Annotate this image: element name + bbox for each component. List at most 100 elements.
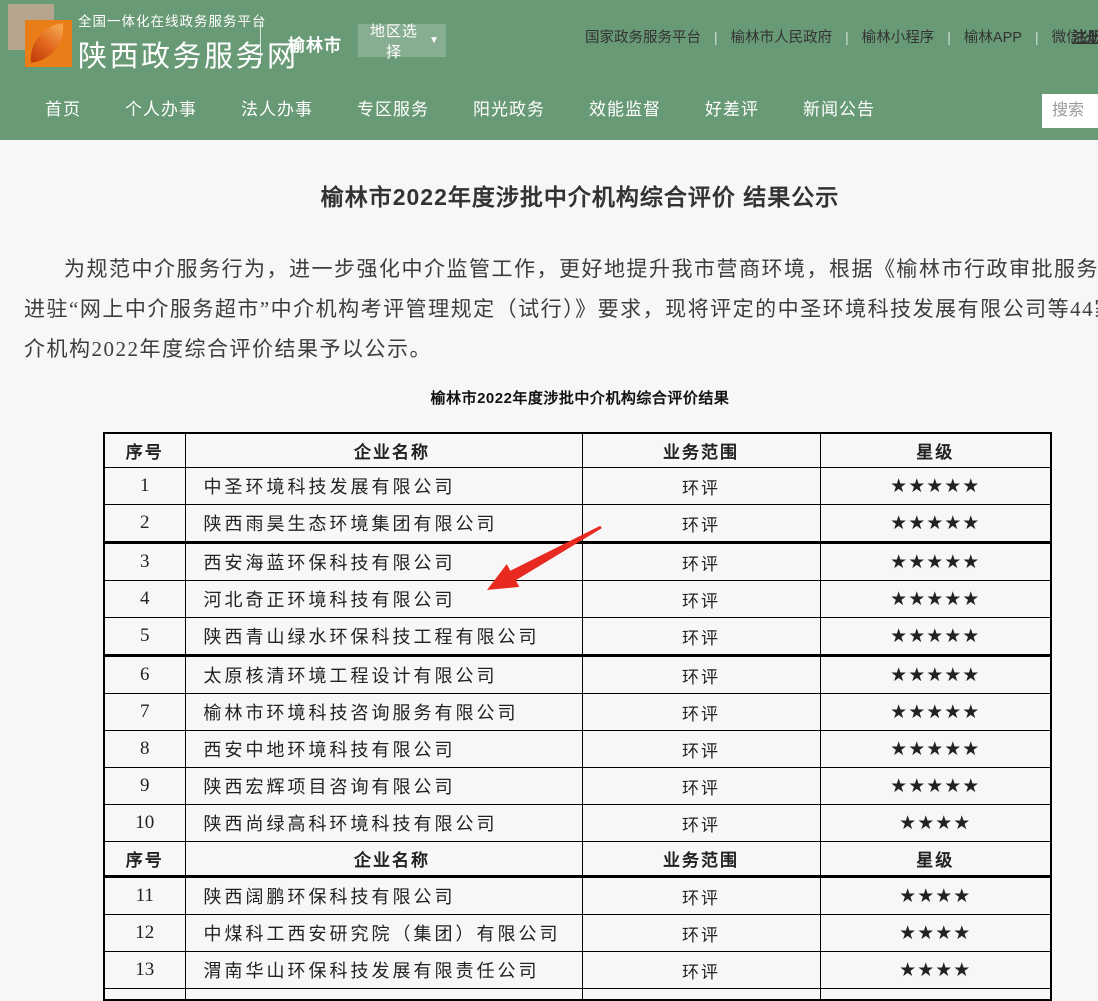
company-cell: 陕西宏辉项目咨询有限公司 xyxy=(185,768,582,805)
top-link-mini-program[interactable]: 榆林小程序 xyxy=(849,26,948,47)
company-cell: 西安海蓝环保科技有限公司 xyxy=(185,543,582,581)
caret-down-icon: ▼ xyxy=(429,35,440,46)
company-cell: 陕西青山绿水环保科技工程有限公司 xyxy=(185,618,582,656)
stars-cell: ★★★★★ xyxy=(820,731,1051,768)
region-select-button[interactable]: 地区选择 ▼ xyxy=(358,24,446,57)
column-header: 企业名称 xyxy=(185,433,582,468)
column-header: 业务范围 xyxy=(582,842,820,877)
empty-cell xyxy=(185,989,582,1001)
company-cell: 中圣环境科技发展有限公司 xyxy=(185,468,582,505)
table-row: 13渭南华山环保科技发展有限责任公司环评★★★★ xyxy=(104,952,1051,989)
stars-cell: ★★★★★ xyxy=(820,694,1051,731)
stars-cell: ★★★★ xyxy=(820,952,1051,989)
serial-cell: 1 xyxy=(104,468,185,505)
company-cell: 河北奇正环境科技有限公司 xyxy=(185,581,582,618)
page-title: 榆林市2022年度涉批中介机构综合评价 结果公示 xyxy=(0,178,1098,212)
scope-cell: 环评 xyxy=(582,618,820,656)
top-link-city-government[interactable]: 榆林市人民政府 xyxy=(718,26,846,47)
table-row: 9陕西宏辉项目咨询有限公司环评★★★★★ xyxy=(104,768,1051,805)
platform-label: 全国一体化在线政务服务平台 xyxy=(78,10,299,30)
company-cell: 榆林市环境科技咨询服务有限公司 xyxy=(185,694,582,731)
table-row: 3西安海蓝环保科技有限公司环评★★★★★ xyxy=(104,543,1051,581)
scope-cell: 环评 xyxy=(582,915,820,952)
serial-cell: 6 xyxy=(104,656,185,694)
stars-cell: ★★★★★ xyxy=(820,618,1051,656)
serial-cell: 12 xyxy=(104,915,185,952)
announcement-document: 榆林市2022年度涉批中介机构综合评价 结果公示 为规范中介服务行为，进一步强化… xyxy=(0,140,1098,408)
stars-cell: ★★★★ xyxy=(820,805,1051,842)
serial-cell: 10 xyxy=(104,805,185,842)
table-row: 1中圣环境科技发展有限公司环评★★★★★ xyxy=(104,468,1051,505)
company-cell: 陕西尚绿高科环境科技有限公司 xyxy=(185,805,582,842)
company-cell: 西安中地环境科技有限公司 xyxy=(185,731,582,768)
company-cell: 陕西阔鹏环保科技有限公司 xyxy=(185,877,582,915)
nav-item-home[interactable]: 首页 xyxy=(45,95,81,120)
scope-cell: 环评 xyxy=(582,581,820,618)
table-row xyxy=(104,989,1051,1001)
column-header: 业务范围 xyxy=(582,433,820,468)
announcement-paragraph: 为规范中介服务行为，进一步强化中介监管工作，更好地提升我市营商环境，根据《榆林市… xyxy=(24,249,1098,369)
table-row: 4河北奇正环境科技有限公司环评★★★★★ xyxy=(104,581,1051,618)
empty-cell xyxy=(104,989,185,1001)
top-link-app[interactable]: 榆林APP xyxy=(951,26,1035,47)
stars-cell: ★★★★ xyxy=(820,877,1051,915)
company-cell: 陕西雨昊生态环境集团有限公司 xyxy=(185,505,582,543)
results-table: 序号企业名称业务范围星级1中圣环境科技发展有限公司环评★★★★★2陕西雨昊生态环… xyxy=(103,432,1052,1001)
stars-cell: ★★★★★ xyxy=(820,543,1051,581)
table-row: 11陕西阔鹏环保科技有限公司环评★★★★ xyxy=(104,877,1051,915)
site-header: 全国一体化在线政务服务平台 陕西政务服务网 榆林市 地区选择 ▼ 国家政务服务平… xyxy=(0,0,1098,140)
nav-item-zone-services[interactable]: 专区服务 xyxy=(357,95,429,120)
site-name: 陕西政务服务网 xyxy=(78,33,299,75)
empty-cell xyxy=(820,989,1051,1001)
scope-cell: 环评 xyxy=(582,468,820,505)
nav-item-open-government[interactable]: 阳光政务 xyxy=(473,95,545,120)
serial-cell: 2 xyxy=(104,505,185,543)
main-nav: 首页 个人办事 法人办事 专区服务 阳光政务 效能监督 好差评 新闻公告 xyxy=(0,75,1098,140)
logo-front-square xyxy=(25,20,72,67)
column-header: 星级 xyxy=(820,433,1051,468)
table-caption: 榆林市2022年度涉批中介机构综合评价结果 xyxy=(0,387,1098,408)
nav-item-efficiency[interactable]: 效能监督 xyxy=(589,95,661,120)
serial-cell: 5 xyxy=(104,618,185,656)
table-row: 5陕西青山绿水环保科技工程有限公司环评★★★★★ xyxy=(104,618,1051,656)
paragraph-line: 介机构2022年度综合评价结果予以公示。 xyxy=(24,329,1098,369)
header-divider xyxy=(260,22,261,64)
nav-item-review[interactable]: 好差评 xyxy=(705,95,759,120)
results-table-body: 序号企业名称业务范围星级1中圣环境科技发展有限公司环评★★★★★2陕西雨昊生态环… xyxy=(104,433,1051,1000)
logo-leaf-icon xyxy=(27,23,67,63)
current-city-label: 榆林市 xyxy=(288,31,342,56)
top-link-national-platform[interactable]: 国家政务服务平台 xyxy=(572,26,714,47)
stars-cell: ★★★★★ xyxy=(820,768,1051,805)
serial-cell: 8 xyxy=(104,731,185,768)
stars-cell: ★★★★★ xyxy=(820,505,1051,543)
empty-cell xyxy=(582,989,820,1001)
search-input[interactable] xyxy=(1042,94,1098,128)
serial-cell: 3 xyxy=(104,543,185,581)
serial-cell: 13 xyxy=(104,952,185,989)
brand-text: 全国一体化在线政务服务平台 陕西政务服务网 xyxy=(78,10,299,75)
column-header: 序号 xyxy=(104,433,185,468)
scope-cell: 环评 xyxy=(582,768,820,805)
scope-cell: 环评 xyxy=(582,543,820,581)
scope-cell: 环评 xyxy=(582,656,820,694)
table-row: 6太原核清环境工程设计有限公司环评★★★★★ xyxy=(104,656,1051,694)
stars-cell: ★★★★★ xyxy=(820,581,1051,618)
column-header: 企业名称 xyxy=(185,842,582,877)
nav-item-corporate[interactable]: 法人办事 xyxy=(241,95,313,120)
scope-cell: 环评 xyxy=(582,805,820,842)
scope-cell: 环评 xyxy=(582,952,820,989)
top-links: 国家政务服务平台 | 榆林市人民政府 | 榆林小程序 | 榆林APP | 微信公… xyxy=(572,26,1098,47)
nav-item-news[interactable]: 新闻公告 xyxy=(803,95,875,120)
company-cell: 渭南华山环保科技发展有限责任公司 xyxy=(185,952,582,989)
register-link[interactable]: 注册 xyxy=(1072,26,1098,47)
table-row: 7榆林市环境科技咨询服务有限公司环评★★★★★ xyxy=(104,694,1051,731)
nav-item-personal[interactable]: 个人办事 xyxy=(125,95,197,120)
serial-cell: 11 xyxy=(104,877,185,915)
table-row: 2陕西雨昊生态环境集团有限公司环评★★★★★ xyxy=(104,505,1051,543)
paragraph-line: 为规范中介服务行为，进一步强化中介监管工作，更好地提升我市营商环境，根据《榆林市… xyxy=(24,249,1098,289)
scope-cell: 环评 xyxy=(582,694,820,731)
column-header: 序号 xyxy=(104,842,185,877)
table-row: 8西安中地环境科技有限公司环评★★★★★ xyxy=(104,731,1051,768)
company-cell: 中煤科工西安研究院（集团）有限公司 xyxy=(185,915,582,952)
region-select-label: 地区选择 xyxy=(364,20,424,62)
